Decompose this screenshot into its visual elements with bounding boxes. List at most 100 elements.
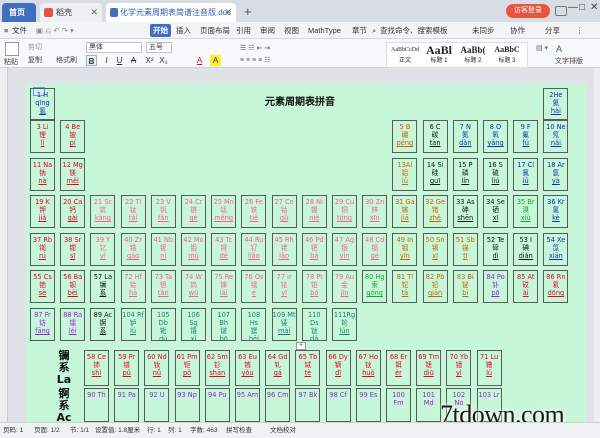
lanthanide-cell[interactable]: 63 Eu 铕 yǒu [235,350,260,386]
element-cell-ga[interactable]: 31 Ga 镓 jiā [392,195,418,228]
element-cell-tl[interactable]: 81 Tl 铊 tā [392,270,418,303]
element-cell-rh[interactable]: 45 Rh 铑 lǎo [271,232,297,266]
underline-button[interactable]: U [114,55,125,66]
element-cell-in[interactable]: 49 In 铟 yīn [392,232,418,266]
actinide-cell[interactable]: 93 Np [174,388,200,422]
element-cell-pt[interactable]: 78 Pt 铂 bó [301,270,327,303]
new-style-icon[interactable]: ▤ ▾ [536,44,548,54]
lanthanide-cell[interactable]: 64 Gd 钆 gá [265,350,291,386]
element-cell-kr[interactable]: 36 Kr 氪 kè [543,195,569,228]
style-heading-3[interactable]: AaBbC 标题 3 [490,43,524,67]
element-cell-li[interactable]: 3 Li 锂 lǐ [30,120,55,153]
element-cell-mt[interactable]: 109 Mt 鿏 mài [271,307,297,341]
element-cell-hf[interactable]: 72 Hf 铪 hā [120,270,146,303]
collaborate-button[interactable]: 协作 [510,24,525,37]
element-cell-sb[interactable]: 51 Sb 锑 tī [452,232,478,266]
lanthanide-cell[interactable]: 69 Tm 铥 diū [416,350,442,386]
unsynced-status[interactable]: 未同步 [472,24,495,37]
format-painter-button[interactable]: 格式刷 [56,56,77,66]
element-cell-te[interactable]: 52 Te 碲 dì [483,232,508,266]
actinide-cell[interactable]: 95 Am [235,388,260,422]
tab-page-layout[interactable]: 页面布局 [200,24,230,37]
actinide-cell[interactable]: 92 U [144,388,170,422]
element-cell-ag[interactable]: 47 Ag 银 yín [332,232,357,266]
element-cell-c[interactable]: 6 C 碳 tàn [422,120,448,153]
paste-button[interactable]: 粘贴 [4,58,18,68]
style-normal[interactable]: AaBbCcDd 正文 [388,43,422,67]
element-cell-zr[interactable]: 40 Zr 锆 gào [120,232,146,266]
element-cell-fe[interactable]: 26 Fe 铁 tiě [241,195,267,228]
menu-icon[interactable]: ≡ [4,24,8,37]
tab-references[interactable]: 引用 [236,24,251,37]
lanthanide-cell[interactable]: 70 Yb 镱 yì [446,350,472,386]
element-cell-o[interactable]: 8 O 氧 yǎng [483,120,508,153]
lanthanide-cell[interactable]: 59 Pr 镨 pǔ [114,350,140,386]
element-cell-sg[interactable]: 106 Sg 𬭳 xǐ [181,307,206,341]
element-cell-y[interactable]: 39 Y 钇 yǐ [90,232,116,266]
element-cell-ca[interactable]: 20 Ca 钙 gài [60,195,86,228]
element-cell-sr[interactable]: 38 Sr 锶 sī [60,232,86,266]
new-tab-button[interactable]: + [244,3,252,21]
element-cell-he[interactable]: 2He 氦 hài [543,88,569,120]
lanthanide-cell[interactable]: 71 Lu 镥 lǔ [476,350,502,386]
element-cell-ir[interactable]: 77 Ir 铱 yī [271,270,297,303]
spell-check-button[interactable]: 拼写检查 [226,426,252,436]
element-cell-ar[interactable]: 18 Ar 氩 yà [543,157,569,191]
element-cell-cs[interactable]: 55 Cs 铯 sè [30,270,55,303]
element-cell-la[interactable]: 57 La 镧系 [90,270,116,303]
element-cell-mn[interactable]: 25 Mn 锰 měng [211,195,237,228]
actinide-cell[interactable]: 97 Bk [295,388,321,422]
element-cell-mg[interactable]: 12 Mg 镁 měi [60,157,86,191]
element-cell-se[interactable]: 34 Se 硒 xī [483,195,508,228]
element-cell-h[interactable]: 1 Hqīng 氢 [30,88,55,120]
tab-chapter[interactable]: 章节 [352,24,367,37]
close-tab-icon[interactable]: ✕ [90,3,98,22]
element-cell-ne[interactable]: 10 Ne 氖 nǎi [543,120,569,153]
element-cell-zn[interactable]: 30 Zn 锌 xīn [362,195,388,228]
element-cell-at[interactable]: 85 At 砹 ài [513,270,539,303]
element-cell-pd[interactable]: 46 Pd 钯 bǎ [301,232,327,266]
strikethrough-button[interactable]: A [128,55,139,66]
doc-proof-button[interactable]: 文档校对 [270,426,296,436]
element-cell-xe[interactable]: 54 Xe 氙 xiān [543,232,569,266]
actinide-cell[interactable]: 96 Cm [265,388,291,422]
element-cell-db[interactable]: 105 Db 𬭊 dù [150,307,176,341]
lanthanide-cell[interactable]: 67 Ho 钬 huǒ [355,350,381,386]
element-cell-co[interactable]: 27 Co 钴 gǔ [271,195,297,228]
bold-button[interactable]: B [86,55,97,66]
element-cell-as[interactable]: 33 As 砷 shēn [452,195,478,228]
element-cell-hs[interactable]: 108 Hs 𬭶 hēi [241,307,267,341]
element-cell-sc[interactable]: 21 Sc 钪 kàng [90,195,116,228]
actinide-cell[interactable]: 94 Pu [204,388,230,422]
search-command-box[interactable]: 查找命令、搜索模板 [380,24,448,37]
window-layout-icon[interactable] [555,6,567,16]
actinide-cell[interactable]: 98 Cf [325,388,351,422]
element-cell-rg[interactable]: 111Rg 𬬭 lún [332,307,357,341]
lanthanide-cell[interactable]: 68 Er 铒 ěr [386,350,411,386]
minimize-button[interactable]: — [568,2,578,13]
element-cell-hg[interactable]: 80 Hg 汞 gǒng [362,270,388,303]
element-cell-w[interactable]: 74 W 钨 wū [181,270,206,303]
element-cell-pb[interactable]: 82 Pb 铅 qiān [422,270,448,303]
element-cell-ti[interactable]: 22 Ti 钛 tài [120,195,146,228]
subscript-button[interactable]: X₂ [158,55,169,66]
lanthanide-cell[interactable]: 60 Nd 钕 nǚ [144,350,170,386]
element-cell-nb[interactable]: 41 Nb 铌 ní [150,232,176,266]
text-layout-icon[interactable]: A [556,44,562,54]
lanthanide-cell[interactable]: 65 Tb 铽 tè [295,350,321,386]
tab-insert[interactable]: 插入 [176,24,191,37]
tab-review[interactable]: 审阅 [260,24,275,37]
element-cell-ac[interactable]: 89 Ac 锕系 [90,307,116,341]
element-cell-al[interactable]: 13Al 铝 lǚ [392,157,418,191]
element-cell-k[interactable]: 19 K 钾 jiǎ [30,195,55,228]
element-cell-na[interactable]: 11 Na 钠 nà [30,157,55,191]
element-cell-cd[interactable]: 48 Cd 镉 gé [362,232,388,266]
element-cell-mo[interactable]: 42 Mo 钼 mù [181,232,206,266]
lanthanide-cell[interactable]: 61 Pm 钷 pǒ [174,350,200,386]
element-cell-cu[interactable]: 29 Cu 铜 tóng [332,195,357,228]
element-cell-br[interactable]: 35 Br 溴 xiù [513,195,539,228]
italic-button[interactable]: I [101,55,112,66]
tab-mathtype[interactable]: MathType [308,24,341,37]
guest-login-button[interactable]: 访客登录 [506,4,550,18]
maximize-button[interactable]: □ [579,2,585,13]
